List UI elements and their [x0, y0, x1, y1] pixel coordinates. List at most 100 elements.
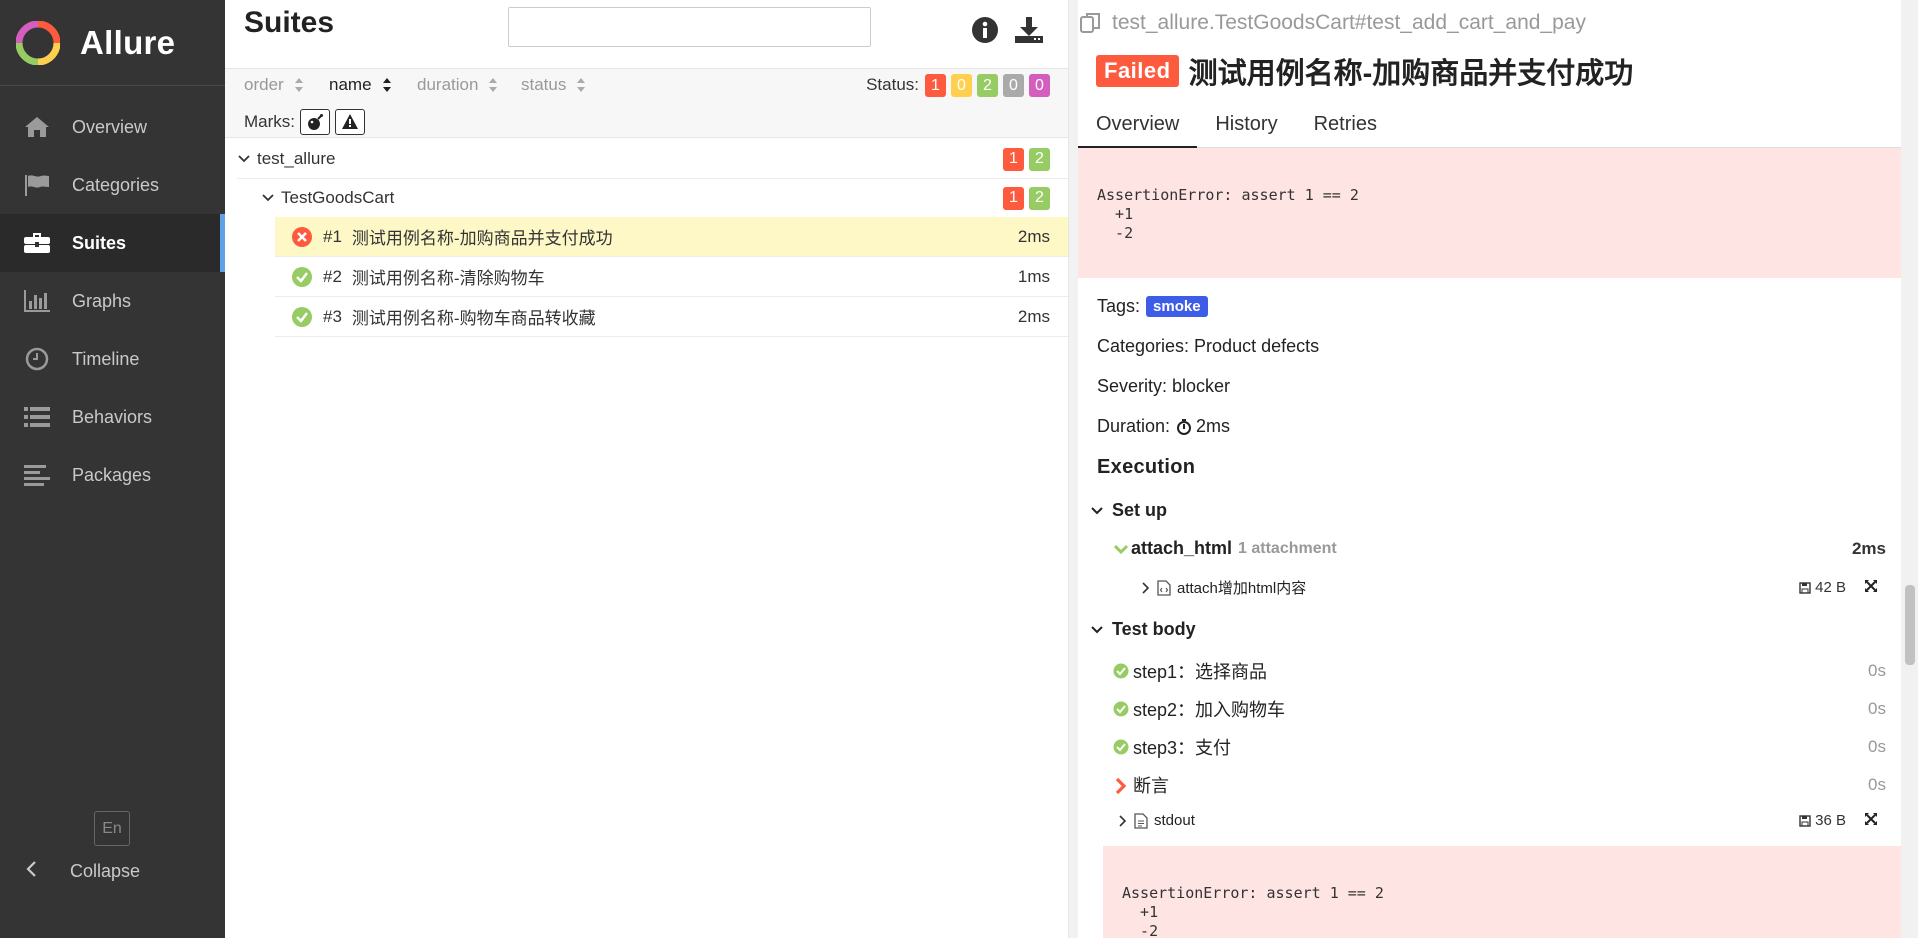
- step-row[interactable]: step2：加入购物车 0s: [1113, 696, 1886, 722]
- broken-count-toggle[interactable]: 0: [951, 74, 972, 97]
- download-icon[interactable]: [1014, 16, 1043, 44]
- passed-status-icon: [291, 306, 313, 328]
- attachment-size-value: 42 B: [1815, 579, 1846, 596]
- stdout-attachment-row[interactable]: stdout 36 B: [1118, 812, 1886, 829]
- step-duration: 0s: [1868, 737, 1886, 756]
- list-icon: [22, 404, 52, 430]
- sort-order[interactable]: order: [244, 75, 304, 95]
- nav-item-timeline[interactable]: Timeline: [0, 330, 225, 388]
- unknown-count-toggle[interactable]: 0: [1029, 74, 1050, 97]
- case-name: 测试用例名称-清除购物车: [351, 269, 545, 288]
- tab-retries[interactable]: Retries: [1296, 100, 1395, 148]
- collapse-button[interactable]: Collapse: [24, 860, 140, 883]
- section-label: Set up: [1112, 500, 1168, 520]
- step-name: step3：支付: [1133, 738, 1232, 758]
- step-row[interactable]: step1：选择商品 0s: [1113, 658, 1886, 684]
- nav-menu: Overview Categories Suites Graphs Timeli…: [0, 98, 225, 504]
- passed-count-toggle[interactable]: 2: [977, 74, 998, 97]
- fixture-meta: 1 attachment: [1238, 539, 1337, 557]
- suites-header: Suites: [225, 0, 1068, 68]
- copy-icon[interactable]: [1078, 10, 1104, 36]
- tree-group-child[interactable]: TestGoodsCart 1 2: [225, 178, 1068, 218]
- test-body-section-toggle[interactable]: Test body: [1090, 619, 1196, 640]
- status-badge: Failed: [1096, 55, 1179, 87]
- info-icon[interactable]: [971, 16, 999, 44]
- nav-item-label: Categories: [72, 174, 160, 195]
- status-filter: 1 0 2 0 0: [925, 74, 1050, 97]
- nav-item-graphs[interactable]: Graphs: [0, 272, 225, 330]
- failed-count-toggle[interactable]: 1: [925, 74, 946, 97]
- tab-overview[interactable]: Overview: [1078, 100, 1198, 149]
- case-duration: 2ms: [1017, 306, 1050, 326]
- case-number: #3: [323, 306, 342, 326]
- fixture-row[interactable]: attach_html 1 attachment 2ms: [1113, 538, 1886, 559]
- briefcase-icon: [22, 230, 52, 256]
- chevron-right-icon: [1141, 581, 1151, 594]
- scrollbar[interactable]: [1901, 0, 1918, 938]
- chevron-down-icon: [237, 149, 251, 169]
- chevron-down-icon: [261, 188, 275, 208]
- tree-group-root[interactable]: test_allure 1 2: [225, 139, 1068, 179]
- marks-label: Marks:: [244, 112, 295, 131]
- language-button[interactable]: En: [94, 811, 130, 846]
- sidebar: Allure Overview Categories Suites Graphs…: [0, 0, 225, 938]
- expand-icon[interactable]: [1864, 812, 1878, 830]
- step-name: step2：加入购物车: [1133, 700, 1286, 720]
- chevron-down-icon: [1090, 500, 1104, 521]
- attachment-row[interactable]: attach增加html内容 42 B: [1141, 577, 1886, 598]
- sort-name[interactable]: name: [329, 75, 392, 95]
- passed-status-icon: [291, 266, 313, 288]
- setup-section-toggle[interactable]: Set up: [1090, 500, 1167, 521]
- test-title: Failed 测试用例名称-加购商品并支付成功: [1096, 50, 1633, 92]
- failed-badge: 1: [1003, 186, 1024, 210]
- suites-pane: Suites order name duration status Status…: [225, 0, 1068, 938]
- nav-item-overview[interactable]: Overview: [0, 98, 225, 156]
- case-duration: 1ms: [1017, 266, 1050, 286]
- duration-row: Duration: 2ms: [1097, 416, 1230, 437]
- nav-item-categories[interactable]: Categories: [0, 156, 225, 214]
- tab-history[interactable]: History: [1197, 100, 1295, 148]
- warning-icon[interactable]: [335, 109, 365, 135]
- bar-chart-icon: [22, 288, 52, 314]
- file-text-icon: [1134, 812, 1148, 829]
- brand[interactable]: Allure: [0, 0, 225, 86]
- section-label: Test body: [1112, 619, 1196, 639]
- sort-duration[interactable]: duration: [417, 75, 498, 95]
- sort-status[interactable]: status: [521, 75, 586, 95]
- sort-duration-label: duration: [417, 75, 479, 94]
- pane-resize-handle[interactable]: [1068, 0, 1078, 938]
- tags-label: Tags:: [1097, 296, 1141, 316]
- expand-icon[interactable]: [1864, 579, 1878, 597]
- nav-item-label: Graphs: [72, 290, 132, 311]
- test-case-row[interactable]: #2 测试用例名称-清除购物车 1ms: [275, 257, 1068, 297]
- passed-badge: 2: [1029, 186, 1050, 210]
- case-name: 测试用例名称-加购商品并支付成功: [351, 229, 613, 248]
- test-fullname: test_allure.TestGoodsCart#test_add_cart_…: [1078, 10, 1586, 36]
- categories-row: Categories: Product defects: [1097, 336, 1320, 356]
- file-code-icon: [1157, 579, 1171, 596]
- fixture-duration: 2ms: [1851, 538, 1886, 558]
- step-row[interactable]: 断言 0s: [1113, 772, 1886, 798]
- nav-item-suites[interactable]: Suites: [0, 214, 225, 272]
- step-name: step1：选择商品: [1133, 662, 1268, 682]
- bomb-icon[interactable]: [300, 109, 330, 135]
- test-case-row[interactable]: #1 测试用例名称-加购商品并支付成功 2ms: [275, 217, 1068, 257]
- step-row[interactable]: step3：支付 0s: [1113, 734, 1886, 760]
- search-input[interactable]: [508, 7, 871, 47]
- nav-item-behaviors[interactable]: Behaviors: [0, 388, 225, 446]
- attachment-size: 36 B: [1799, 812, 1846, 829]
- collapse-label: Collapse: [70, 861, 141, 881]
- page-title: Suites: [244, 6, 335, 39]
- passed-status-icon: [1113, 701, 1129, 717]
- test-case-row[interactable]: #3 测试用例名称-购物车商品转收藏 2ms: [275, 297, 1068, 337]
- case-number: #2: [323, 266, 342, 286]
- marks-filter: Marks:: [244, 109, 365, 135]
- skipped-count-toggle[interactable]: 0: [1003, 74, 1024, 97]
- nav-item-packages[interactable]: Packages: [0, 446, 225, 504]
- scrollbar-thumb[interactable]: [1905, 585, 1915, 665]
- attachment-name: stdout: [1154, 812, 1195, 829]
- group-badges: 1 2: [1003, 186, 1050, 210]
- attachment-size-value: 36 B: [1815, 812, 1846, 829]
- home-icon: [22, 114, 52, 140]
- group-badges: 1 2: [1003, 147, 1050, 171]
